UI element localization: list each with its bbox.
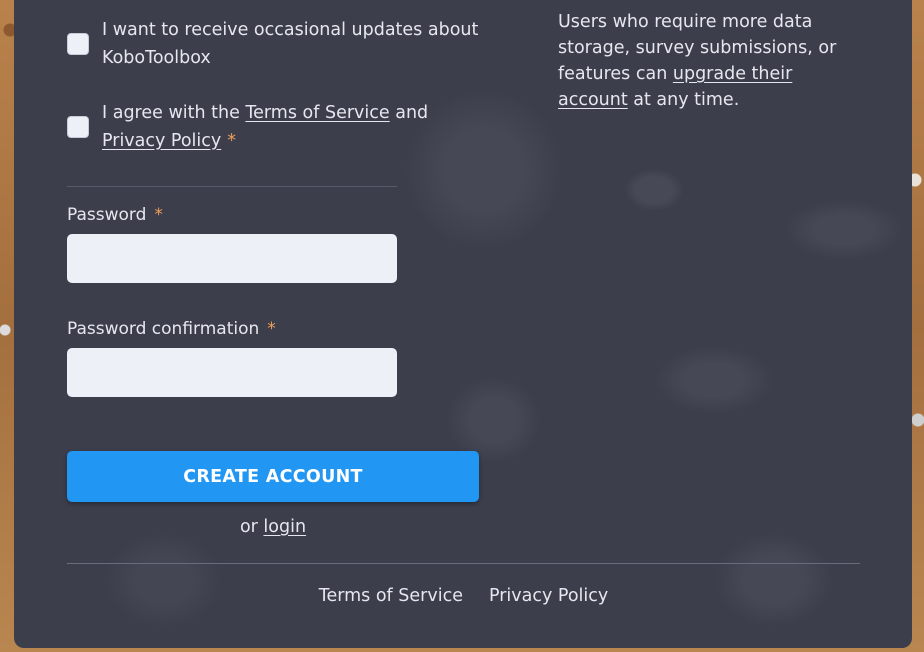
updates-checkbox[interactable] [67, 33, 89, 55]
create-account-button[interactable]: CREATE ACCOUNT [67, 451, 479, 502]
privacy-policy-link[interactable]: Privacy Policy [102, 131, 221, 151]
password-required-mark: * [154, 205, 163, 225]
password-input[interactable] [67, 234, 397, 283]
password-label: Password * [67, 205, 163, 225]
terms-prefix-text: I agree with the [102, 103, 246, 123]
login-link[interactable]: login [263, 517, 306, 537]
footer-privacy-link[interactable]: Privacy Policy [489, 586, 608, 606]
footer-links: Terms of Service Privacy Policy [67, 586, 860, 606]
terms-checkbox-label: I agree with the Terms of Service and Pr… [102, 99, 428, 155]
password-label-text: Password [67, 205, 147, 225]
login-alternative: or login [67, 517, 479, 537]
footer-divider [67, 563, 860, 564]
terms-of-service-link[interactable]: Terms of Service [245, 103, 389, 123]
or-text: or [239, 517, 258, 537]
upgrade-info-after: at any time. [627, 90, 740, 110]
footer-terms-link[interactable]: Terms of Service [319, 586, 463, 606]
password-confirmation-required-mark: * [267, 319, 276, 339]
updates-checkbox-row[interactable]: I want to receive occasional updates abo… [67, 16, 487, 72]
terms-middle-text: and [389, 103, 429, 123]
section-divider [67, 186, 397, 187]
terms-checkbox-row[interactable]: I agree with the Terms of Service and Pr… [67, 99, 487, 155]
password-confirmation-input[interactable] [67, 348, 397, 397]
updates-checkbox-label: I want to receive occasional updates abo… [102, 20, 479, 68]
password-confirmation-label: Password confirmation * [67, 319, 276, 339]
registration-form: I want to receive occasional updates abo… [0, 0, 924, 652]
upgrade-info-text: Users who require more data storage, sur… [558, 9, 858, 113]
terms-required-mark: * [227, 131, 237, 151]
password-confirmation-label-text: Password confirmation [67, 319, 260, 339]
terms-checkbox[interactable] [67, 116, 89, 138]
